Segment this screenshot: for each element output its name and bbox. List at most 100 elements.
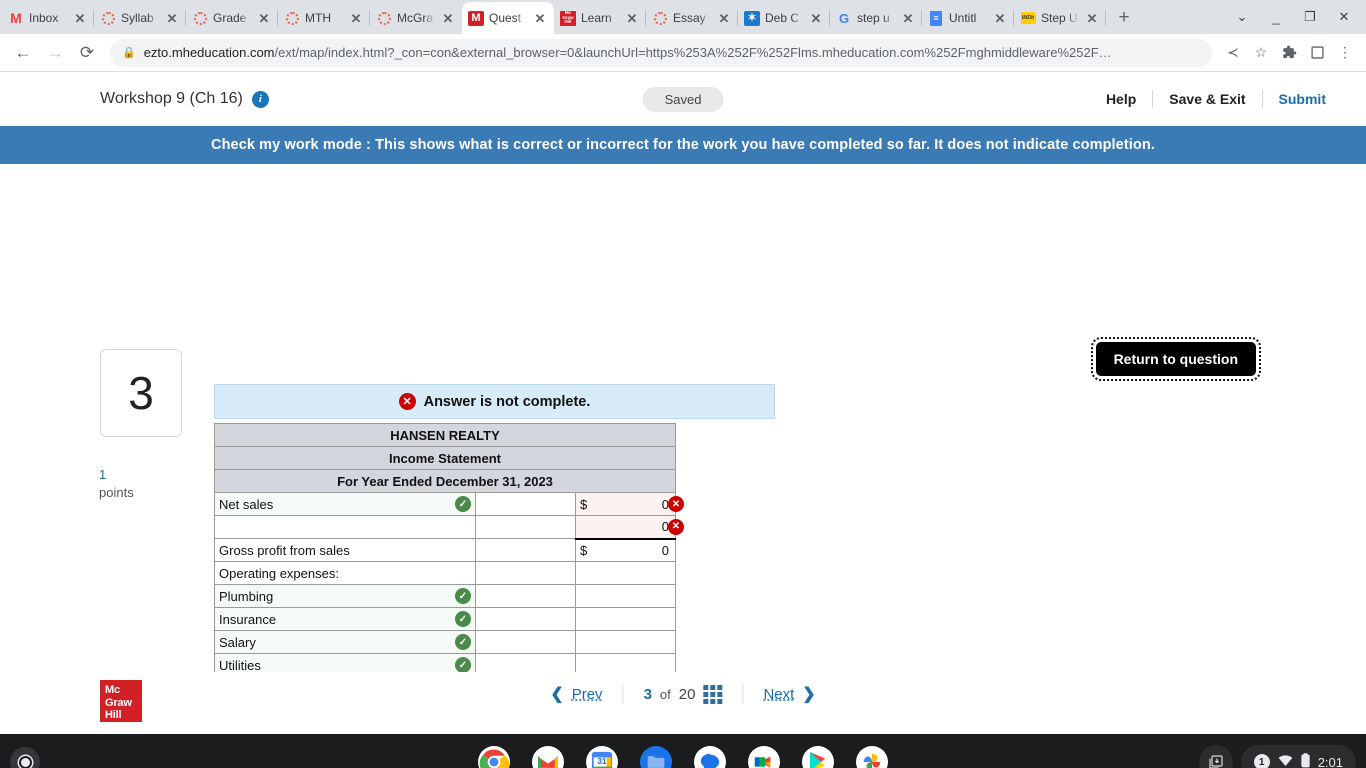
tab-title: Untitl <box>949 11 977 25</box>
tab-close-button[interactable]: ✕ <box>532 10 548 26</box>
tab-close-button[interactable]: ✕ <box>808 10 824 26</box>
tab-close-button[interactable]: ✕ <box>256 10 272 26</box>
browser-tab-6[interactable]: Mc Graw Hill Learn ✕ <box>554 2 646 34</box>
row-mid-cell[interactable] <box>475 607 576 631</box>
row-amount-cell[interactable]: 0 ✕ <box>575 515 684 540</box>
question-grid-icon[interactable] <box>703 684 723 704</box>
back-icon[interactable]: ← <box>8 38 38 68</box>
row-label: Utilities <box>219 657 261 673</box>
meet-icon[interactable] <box>748 746 780 768</box>
browser-menu-icon[interactable]: ⋮ <box>1332 40 1358 66</box>
side-panel-icon[interactable] <box>1304 40 1330 66</box>
browser-tab-4[interactable]: McGra ✕ <box>370 2 462 34</box>
url-path: /ext/map/index.html?_con=con&external_br… <box>274 45 1112 60</box>
row-mid-cell[interactable] <box>475 584 576 608</box>
browser-tab-7[interactable]: Essay ✕ <box>646 2 738 34</box>
row-mid-cell[interactable] <box>475 630 576 654</box>
window-close-button[interactable]: ✕ <box>1328 4 1360 30</box>
row-label-cell[interactable]: Plumbing ✓ <box>214 584 476 608</box>
system-tray: 1 2:01 <box>1198 745 1356 768</box>
tab-close-button[interactable]: ✕ <box>900 10 916 26</box>
tab-close-button[interactable]: ✕ <box>164 10 180 26</box>
bookmark-star-icon[interactable]: ☆ <box>1248 40 1274 66</box>
files-icon[interactable] <box>640 746 672 768</box>
photos-icon[interactable] <box>856 746 888 768</box>
row-amount-cell[interactable]: $0 ✕ <box>575 492 684 516</box>
of-label: of <box>659 686 671 702</box>
address-bar[interactable]: 🔒 ezto.mheducation.com/ext/map/index.htm… <box>110 38 1212 67</box>
mcgrawhill-m-icon: M <box>468 10 484 26</box>
prev-button[interactable]: ❮ Prev <box>530 684 622 704</box>
assignment-header: Workshop 9 (Ch 16) i Saved Help Save & E… <box>0 72 1366 126</box>
row-label: Salary <box>219 634 256 650</box>
row-amount-cell[interactable] <box>575 607 676 631</box>
play-store-icon[interactable] <box>802 746 834 768</box>
window-minimize-button[interactable]: _ <box>1260 4 1292 30</box>
reload-icon[interactable]: ⟳ <box>72 38 102 68</box>
chevron-right-icon: ❯ <box>802 686 816 703</box>
screen-capture-icon[interactable] <box>1198 745 1233 768</box>
tab-title: Inbox <box>29 11 59 25</box>
next-button[interactable]: Next ❯ <box>742 684 835 704</box>
tab-close-button[interactable]: ✕ <box>1084 10 1100 26</box>
info-icon[interactable]: i <box>251 90 269 108</box>
xtramath-icon: ✶ <box>744 10 760 26</box>
check-my-work-banner: Check my work mode : This shows what is … <box>0 126 1366 164</box>
status-tray[interactable]: 1 2:01 <box>1240 745 1356 768</box>
row-amount-cell[interactable] <box>575 630 676 654</box>
row-amount-cell[interactable] <box>575 584 676 608</box>
tab-close-button[interactable]: ✕ <box>440 10 456 26</box>
gmail-icon[interactable] <box>532 746 564 768</box>
question-number-box: 3 <box>100 349 182 437</box>
new-tab-button[interactable]: + <box>1110 4 1138 32</box>
share-icon[interactable]: ≺ <box>1220 40 1246 66</box>
help-button[interactable]: Help <box>1090 91 1152 107</box>
browser-tab-8[interactable]: ✶ Deb C ✕ <box>738 2 830 34</box>
row-label-cell[interactable]: Salary ✓ <box>214 630 476 654</box>
row-mid-cell <box>475 561 576 585</box>
row-label-cell[interactable]: Net sales ✓ <box>214 492 476 516</box>
row-label-cell[interactable] <box>214 515 476 539</box>
header-actions: Help Save & Exit Submit <box>1090 90 1342 108</box>
points-value: 1 <box>99 467 107 482</box>
tab-search-icon[interactable]: ⌄ <box>1226 4 1258 30</box>
chrome-icon[interactable] <box>478 746 510 768</box>
submit-button[interactable]: Submit <box>1263 91 1342 107</box>
tab-title: Learn <box>581 11 612 25</box>
imdb-icon: IMDb <box>1020 10 1036 26</box>
table-row: Insurance ✓ <box>214 607 676 631</box>
tab-close-button[interactable]: ✕ <box>72 10 88 26</box>
tab-close-button[interactable]: ✕ <box>716 10 732 26</box>
row-label-cell[interactable]: Insurance ✓ <box>214 607 476 631</box>
tab-close-button[interactable]: ✕ <box>624 10 640 26</box>
chat-icon[interactable] <box>694 746 726 768</box>
points-label: points <box>99 485 134 500</box>
browser-tab-3[interactable]: MTH ✕ <box>278 2 370 34</box>
calendar-icon[interactable]: 31 <box>586 746 618 768</box>
table-row-company: HANSEN REALTY <box>214 423 676 447</box>
launcher-icon[interactable] <box>10 747 40 768</box>
row-amount: 0 <box>661 542 669 558</box>
row-mid-cell[interactable] <box>475 492 576 516</box>
forward-icon[interactable]: → <box>40 38 70 68</box>
browser-tab-10[interactable]: ≡ Untitl ✕ <box>922 2 1014 34</box>
row-label: Net sales <box>219 496 274 512</box>
window-maximize-button[interactable]: ❐ <box>1294 4 1326 30</box>
browser-tab-9[interactable]: G step u ✕ <box>830 2 922 34</box>
browser-tab-0[interactable]: M Inbox ✕ <box>2 2 94 34</box>
row-mid-cell[interactable] <box>475 515 576 539</box>
url-text: ezto.mheducation.com/ext/map/index.html?… <box>144 45 1112 60</box>
browser-tab-1[interactable]: Syllab ✕ <box>94 2 186 34</box>
table-row-period: For Year Ended December 31, 2023 <box>214 469 676 493</box>
tab-close-button[interactable]: ✕ <box>348 10 364 26</box>
row-label: Insurance <box>219 611 277 627</box>
browser-tab-2[interactable]: Grade ✕ <box>186 2 278 34</box>
save-and-exit-button[interactable]: Save & Exit <box>1153 91 1261 107</box>
return-to-question-button[interactable]: Return to question <box>1090 337 1262 381</box>
extensions-puzzle-icon[interactable] <box>1276 40 1302 66</box>
tab-close-button[interactable]: ✕ <box>992 10 1008 26</box>
tab-title: Step U <box>1041 11 1078 25</box>
error-x-icon: ✕ <box>668 496 684 512</box>
browser-tab-5-active[interactable]: M Quest ✕ <box>462 2 554 34</box>
browser-tab-11[interactable]: IMDb Step U ✕ <box>1014 2 1106 34</box>
